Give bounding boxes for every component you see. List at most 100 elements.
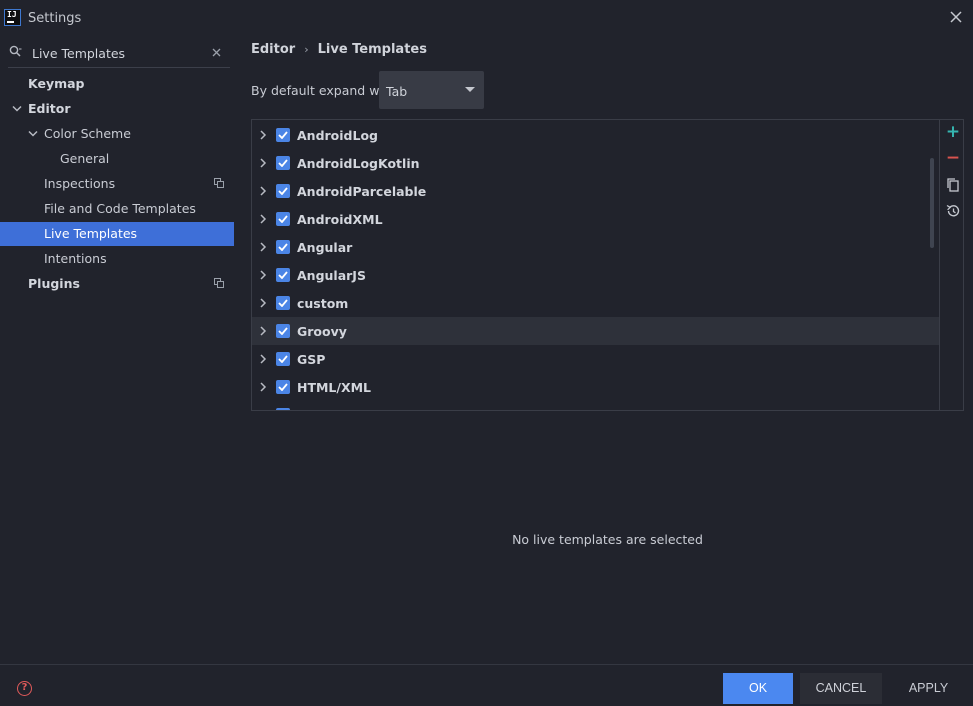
template-group-name: custom [297,296,349,311]
checkmark-icon [278,187,288,195]
template-group-row[interactable]: HTML/XML [252,373,939,401]
checkmark-icon [278,383,288,391]
template-group-name: AndroidLog [297,128,379,143]
template-group-name: AngularJS [297,268,366,283]
template-group-row[interactable]: GSP [252,345,939,373]
search-input[interactable]: Live Templates [32,46,125,61]
copy-template-button[interactable] [944,176,962,194]
chevron-right-icon[interactable] [258,269,268,281]
chevron-down-icon [28,130,38,137]
template-group-name: Groovy [297,324,347,339]
chevron-right-icon[interactable] [258,129,268,141]
no-selection-message: No live templates are selected [512,532,703,547]
template-group-row[interactable]: AngularJS [252,261,939,289]
sidebar-item-label: Editor [28,101,71,116]
expand-with-label: By default expand with [251,83,396,98]
apply-button[interactable]: APPLY [896,673,961,704]
chevron-down-icon [12,105,22,112]
template-group-checkbox[interactable] [276,408,290,410]
template-group-checkbox[interactable] [276,156,290,170]
template-group-row[interactable]: AndroidXML [252,205,939,233]
sidebar-item-label: File and Code Templates [44,201,196,216]
restore-icon [946,204,960,217]
template-group-name: AndroidParcelable [297,184,427,199]
chevron-right-icon[interactable] [258,241,268,253]
sidebar-item-inspections[interactable]: Inspections [0,172,234,196]
template-group-row[interactable]: AndroidParcelable [252,177,939,205]
sidebar-item-editor[interactable]: Editor [0,97,234,121]
sidebar-item-label: Color Scheme [44,126,131,141]
settings-content: Editor › Live Templates By default expand … [234,38,973,664]
remove-template-button[interactable]: − [944,150,962,168]
close-window-button[interactable] [946,7,966,27]
project-settings-icon [214,178,224,188]
template-group-row[interactable]: AndroidLogKotlin [252,149,939,177]
checkmark-icon [278,159,288,167]
expand-with-value: Tab [386,84,408,99]
clear-icon [212,48,220,57]
sidebar-item-color-scheme[interactable]: Color Scheme [0,122,234,146]
chevron-right-icon[interactable] [258,381,268,393]
checkmark-icon [278,131,288,139]
breadcrumb-parent[interactable]: Editor [251,42,295,57]
tree-toolbar: + − [939,120,963,410]
template-group-row[interactable]: Angular [252,233,939,261]
chevron-right-icon[interactable] [258,185,268,197]
breadcrumb-separator-icon: › [304,43,309,56]
sidebar-item-plugins[interactable]: Plugins [0,272,234,296]
title-bar: IJ Settings [0,0,973,38]
cancel-button[interactable]: CANCEL [800,673,882,704]
sidebar-item-label: Plugins [28,276,80,291]
sidebar-item-label: Live Templates [44,226,138,241]
clear-search-button[interactable] [208,43,224,61]
checkmark-icon [278,327,288,335]
templates-tree: AndroidLog AndroidLogKotlin AndroidParcela… [251,119,964,411]
template-group-checkbox[interactable] [276,240,290,254]
chevron-right-icon[interactable] [258,297,268,309]
settings-search[interactable]: Live Templates [0,40,234,68]
sidebar-item-live-templates[interactable]: Live Templates [0,222,234,246]
sidebar-item-intentions[interactable]: Intentions [0,247,234,271]
sidebar-item-label: Intentions [44,251,107,266]
chevron-right-icon[interactable] [258,325,268,337]
templates-tree-list: AndroidLog AndroidLogKotlin AndroidParcela… [252,120,939,410]
template-group-checkbox[interactable] [276,352,290,366]
expand-with-dropdown[interactable]: Tab [379,71,484,109]
template-group-row[interactable]: Groovy [252,317,939,345]
chevron-right-icon[interactable] [258,353,268,365]
ok-button[interactable]: OK [723,673,793,704]
template-group-checkbox[interactable] [276,296,290,310]
tree-scrollbar[interactable] [930,158,934,248]
copy-icon [947,178,959,192]
template-group-checkbox[interactable] [276,268,290,282]
sidebar-item-general[interactable]: General [0,147,234,171]
template-group-checkbox[interactable] [276,128,290,142]
sidebar-item-file-and-code-templates[interactable]: File and Code Templates [0,197,234,221]
plus-icon: + [945,122,961,142]
template-group-name: AndroidLogKotlin [297,156,420,171]
template-group-checkbox[interactable] [276,212,290,226]
search-underline [8,67,230,68]
minus-icon: − [945,148,961,168]
help-icon[interactable]: ? [17,681,32,696]
breadcrumb: Editor › Live Templates [251,42,427,57]
chevron-right-icon[interactable] [258,157,268,169]
add-template-button[interactable]: + [944,124,962,142]
restore-defaults-button[interactable] [944,202,962,220]
dropdown-arrow-icon [465,87,475,92]
sidebar-item-keymap[interactable]: Keymap [0,72,234,96]
chevron-right-icon[interactable] [258,213,268,225]
checkmark-icon [278,299,288,307]
template-group-row-partial[interactable] [252,401,939,410]
template-group-checkbox[interactable] [276,324,290,338]
sidebar-item-label: Keymap [28,76,85,91]
template-group-name: Angular [297,240,353,255]
settings-sidebar: Live Templates Keymap Editor Color Schem… [0,38,234,664]
sidebar-item-label: General [60,151,110,166]
intellij-logo-icon: IJ [4,9,21,26]
window-title: Settings [28,11,82,26]
template-group-row[interactable]: AndroidLog [252,121,939,149]
template-group-checkbox[interactable] [276,380,290,394]
template-group-checkbox[interactable] [276,184,290,198]
template-group-row[interactable]: custom [252,289,939,317]
